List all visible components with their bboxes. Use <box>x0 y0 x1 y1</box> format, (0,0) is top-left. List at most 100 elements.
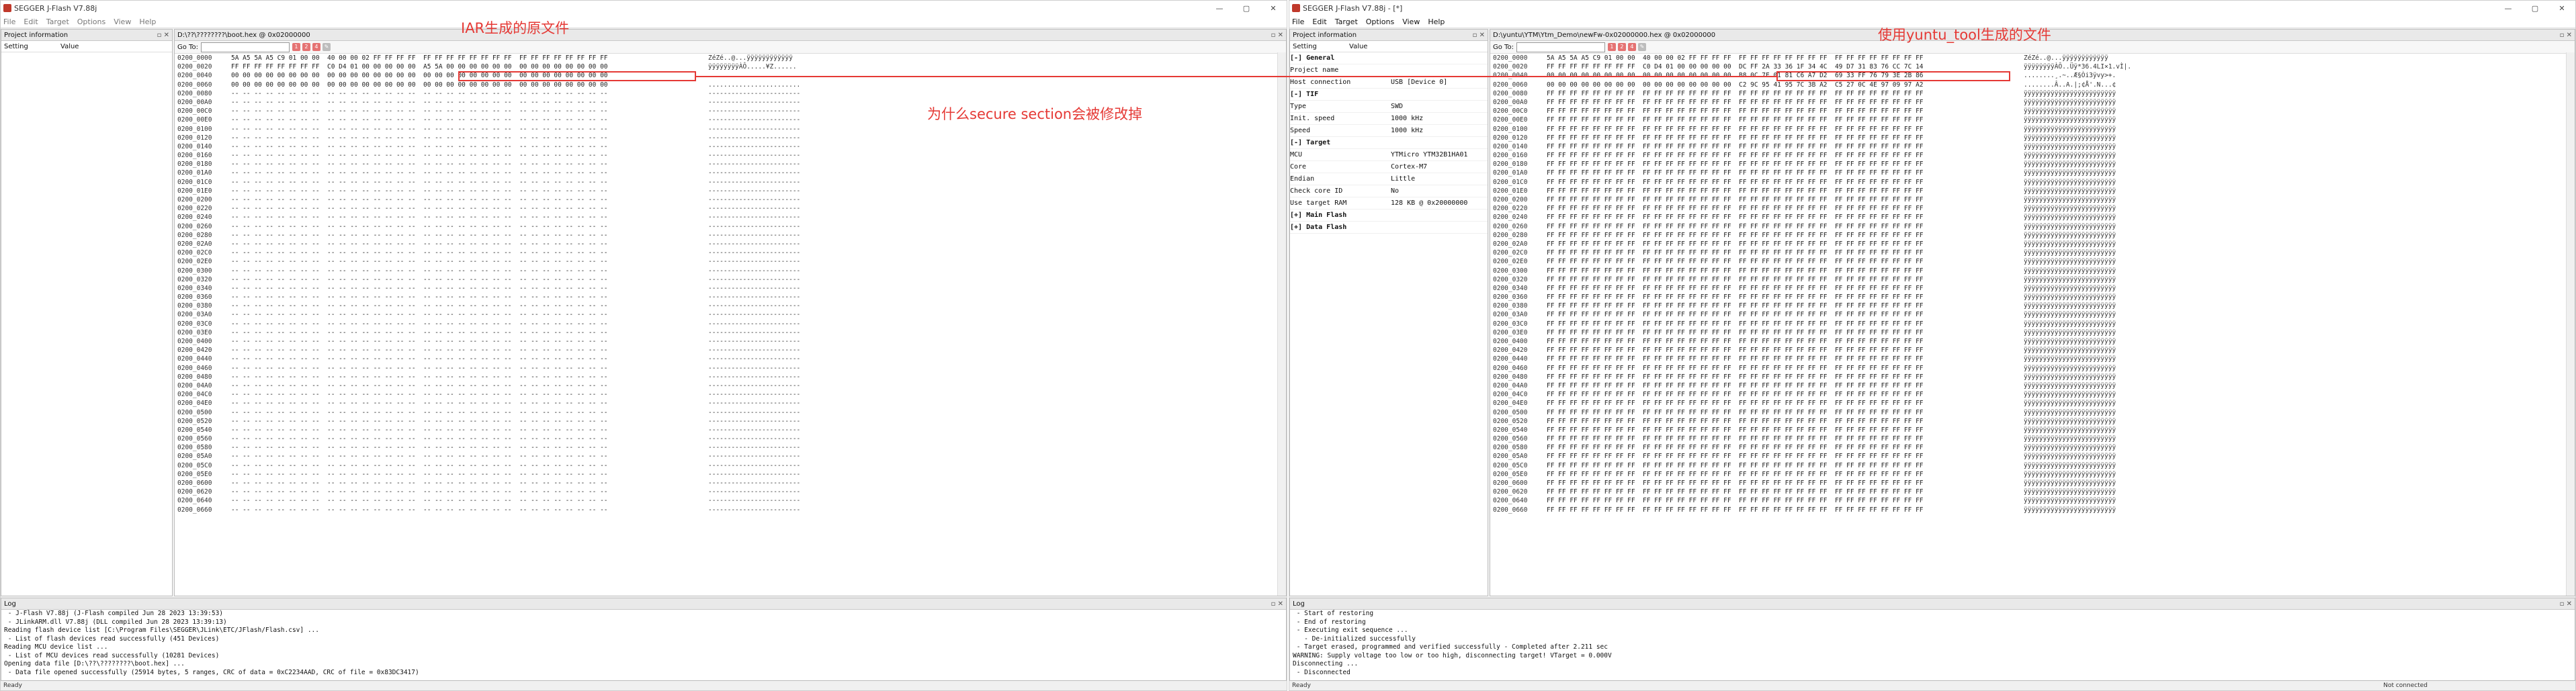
x1-icon[interactable]: 1 <box>1607 43 1616 51</box>
pin-icon[interactable]: ▫ ✕ <box>1271 32 1283 39</box>
hex-row[interactable]: 0200_0460 -- -- -- -- -- -- -- -- -- -- -… <box>175 364 1286 373</box>
minimize-icon[interactable]: — <box>1206 4 1233 13</box>
maximize-icon[interactable]: ▢ <box>2522 4 2548 13</box>
hex-bytes[interactable]: FF FF FF FF FF FF FF FF FF FF FF FF FF F… <box>1547 213 2024 222</box>
hex-bytes[interactable]: FF FF FF FF FF FF FF FF FF FF FF FF FF F… <box>1547 89 2024 98</box>
hex-bytes[interactable]: FF FF FF FF FF FF FF FF FF FF FF FF FF F… <box>1547 470 2024 479</box>
hex-bytes[interactable]: FF FF FF FF FF FF FF FF FF FF FF FF FF F… <box>1547 160 2024 169</box>
hex-row[interactable]: 0200_0300 -- -- -- -- -- -- -- -- -- -- -… <box>175 267 1286 275</box>
hex-row[interactable]: 0200_04E0 -- -- -- -- -- -- -- -- -- -- -… <box>175 399 1286 408</box>
hex-row[interactable]: 0200_0280 FF FF FF FF FF FF FF FF FF FF F… <box>1490 231 2575 240</box>
hex-row[interactable]: 0200_0560 FF FF FF FF FF FF FF FF FF FF F… <box>1490 434 2575 443</box>
hex-bytes[interactable]: FF FF FF FF FF FF FF FF FF FF FF FF FF F… <box>1547 488 2024 496</box>
hex-row[interactable]: 0200_0560 -- -- -- -- -- -- -- -- -- -- -… <box>175 434 1286 443</box>
hex-bytes[interactable]: -- -- -- -- -- -- -- -- -- -- -- -- -- -… <box>231 222 708 231</box>
hex-bytes[interactable]: -- -- -- -- -- -- -- -- -- -- -- -- -- -… <box>231 390 708 399</box>
hex-bytes[interactable]: FF FF FF FF FF FF FF FF FF FF FF FF FF F… <box>1547 195 2024 204</box>
hex-row[interactable]: 0200_0280 -- -- -- -- -- -- -- -- -- -- -… <box>175 231 1286 240</box>
menu-file[interactable]: File <box>3 17 15 26</box>
hex-bytes[interactable]: FF FF FF FF FF FF FF FF FF FF FF FF FF F… <box>1547 302 2024 310</box>
hex-bytes[interactable]: -- -- -- -- -- -- -- -- -- -- -- -- -- -… <box>231 293 708 302</box>
hex-row[interactable]: 0200_0620 -- -- -- -- -- -- -- -- -- -- -… <box>175 488 1286 496</box>
hex-bytes[interactable]: FF FF FF FF FF FF FF FF C0 D4 01 00 00 0… <box>1547 62 2024 71</box>
hex-bytes[interactable]: 00 00 00 00 00 00 00 00 00 00 00 00 00 0… <box>231 81 708 89</box>
hex-row[interactable]: 0200_03C0 FF FF FF FF FF FF FF FF FF FF F… <box>1490 320 2575 328</box>
project-setting-row[interactable]: Type SWD <box>1290 101 1488 113</box>
hex-row[interactable]: 0200_03A0 -- -- -- -- -- -- -- -- -- -- -… <box>175 310 1286 319</box>
hex-bytes[interactable]: FF FF FF FF FF FF FF FF FF FF FF FF FF F… <box>1547 151 2024 160</box>
hex-row[interactable]: 0200_04A0 FF FF FF FF FF FF FF FF FF FF F… <box>1490 381 2575 390</box>
hex-bytes[interactable]: -- -- -- -- -- -- -- -- -- -- -- -- -- -… <box>231 337 708 346</box>
menu-edit[interactable]: Edit <box>1312 17 1326 26</box>
hex-bytes[interactable]: FF FF FF FF FF FF FF FF FF FF FF FF FF F… <box>1547 275 2024 284</box>
hex-bytes[interactable]: -- -- -- -- -- -- -- -- -- -- -- -- -- -… <box>231 107 708 116</box>
hex-row[interactable]: 0200_0320 -- -- -- -- -- -- -- -- -- -- -… <box>175 275 1286 284</box>
hex-bytes[interactable]: FF FF FF FF FF FF FF FF FF FF FF FF FF F… <box>1547 337 2024 346</box>
hex-row[interactable]: 0200_05A0 -- -- -- -- -- -- -- -- -- -- -… <box>175 452 1286 461</box>
hex-row[interactable]: 0200_0540 -- -- -- -- -- -- -- -- -- -- -… <box>175 426 1286 434</box>
project-setting-row[interactable]: Endian Little <box>1290 173 1488 185</box>
hex-row[interactable]: 0200_0180 -- -- -- -- -- -- -- -- -- -- -… <box>175 160 1286 169</box>
hex-bytes[interactable]: -- -- -- -- -- -- -- -- -- -- -- -- -- -… <box>231 204 708 213</box>
hex-bytes[interactable]: FF FF FF FF FF FF FF FF FF FF FF FF FF F… <box>1547 267 2024 275</box>
hex-row[interactable]: 0200_0380 -- -- -- -- -- -- -- -- -- -- -… <box>175 302 1286 310</box>
hex-row[interactable]: 0200_0100 -- -- -- -- -- -- -- -- -- -- -… <box>175 125 1286 134</box>
hex-row[interactable]: 0200_0440 -- -- -- -- -- -- -- -- -- -- -… <box>175 355 1286 363</box>
hex-row[interactable]: 0200_0320 FF FF FF FF FF FF FF FF FF FF F… <box>1490 275 2575 284</box>
hex-row[interactable]: 0200_02E0 -- -- -- -- -- -- -- -- -- -- -… <box>175 257 1286 266</box>
hex-row[interactable]: 0200_00E0 FF FF FF FF FF FF FF FF FF FF F… <box>1490 116 2575 124</box>
project-setting-row[interactable]: [+] Main Flash <box>1290 210 1488 222</box>
hex-row[interactable]: 0200_05E0 -- -- -- -- -- -- -- -- -- -- -… <box>175 470 1286 479</box>
hex-bytes[interactable]: FF FF FF FF FF FF FF FF FF FF FF FF FF F… <box>1547 231 2024 240</box>
hex-bytes[interactable]: -- -- -- -- -- -- -- -- -- -- -- -- -- -… <box>231 355 708 363</box>
hex-bytes[interactable]: FF FF FF FF FF FF FF FF FF FF FF FF FF F… <box>1547 434 2024 443</box>
hex-bytes[interactable]: FF FF FF FF FF FF FF FF FF FF FF FF FF F… <box>1547 222 2024 231</box>
hex-row[interactable]: 0200_03C0 -- -- -- -- -- -- -- -- -- -- -… <box>175 320 1286 328</box>
hex-bytes[interactable]: -- -- -- -- -- -- -- -- -- -- -- -- -- -… <box>231 328 708 337</box>
hex-row[interactable]: 0200_03A0 FF FF FF FF FF FF FF FF FF FF F… <box>1490 310 2575 319</box>
hex-bytes[interactable]: -- -- -- -- -- -- -- -- -- -- -- -- -- -… <box>231 302 708 310</box>
hex-row[interactable]: 0200_01C0 FF FF FF FF FF FF FF FF FF FF F… <box>1490 178 2575 187</box>
hex-row[interactable]: 0200_02E0 FF FF FF FF FF FF FF FF FF FF F… <box>1490 257 2575 266</box>
close-icon[interactable]: ✕ <box>2548 4 2575 13</box>
hex-bytes[interactable]: FF FF FF FF FF FF FF FF FF FF FF FF FF F… <box>1547 187 2024 195</box>
hex-row[interactable]: 0200_0140 -- -- -- -- -- -- -- -- -- -- -… <box>175 142 1286 151</box>
hex-row[interactable]: 0200_0640 FF FF FF FF FF FF FF FF FF FF F… <box>1490 496 2575 505</box>
hex-bytes[interactable]: FF FF FF FF FF FF FF FF FF FF FF FF FF F… <box>1547 452 2024 461</box>
hex-bytes[interactable]: -- -- -- -- -- -- -- -- -- -- -- -- -- -… <box>231 151 708 160</box>
hex-bytes[interactable]: -- -- -- -- -- -- -- -- -- -- -- -- -- -… <box>231 125 708 134</box>
hex-bytes[interactable]: FF FF FF FF FF FF FF FF FF FF FF FF FF F… <box>1547 408 2024 417</box>
hex-bytes[interactable]: FF FF FF FF FF FF FF FF FF FF FF FF FF F… <box>1547 204 2024 213</box>
hex-row[interactable]: 0200_0140 FF FF FF FF FF FF FF FF FF FF F… <box>1490 142 2575 151</box>
hex-bytes[interactable]: -- -- -- -- -- -- -- -- -- -- -- -- -- -… <box>231 488 708 496</box>
maximize-icon[interactable]: ▢ <box>1233 4 1260 13</box>
hex-bytes[interactable]: -- -- -- -- -- -- -- -- -- -- -- -- -- -… <box>231 320 708 328</box>
project-setting-row[interactable]: Check core ID No <box>1290 185 1488 197</box>
hex-bytes[interactable]: FF FF FF FF FF FF FF FF FF FF FF FF FF F… <box>1547 98 2024 107</box>
x1-icon[interactable]: 1 <box>292 43 300 51</box>
hex-bytes[interactable]: FF FF FF FF FF FF FF FF FF FF FF FF FF F… <box>1547 107 2024 116</box>
hex-bytes[interactable]: FF FF FF FF FF FF FF FF FF FF FF FF FF F… <box>1547 248 2024 257</box>
edit-icon[interactable]: ✎ <box>322 43 331 51</box>
hex-bytes[interactable]: FF FF FF FF FF FF FF FF FF FF FF FF FF F… <box>1547 417 2024 426</box>
hex-bytes[interactable]: -- -- -- -- -- -- -- -- -- -- -- -- -- -… <box>231 195 708 204</box>
hex-bytes[interactable]: FF FF FF FF FF FF FF FF FF FF FF FF FF F… <box>1547 178 2024 187</box>
hex-bytes[interactable]: 5A A5 5A A5 C9 01 00 00 40 00 00 02 FF F… <box>231 54 708 62</box>
pin-icon[interactable]: ▫ ✕ <box>1271 600 1283 608</box>
hex-row[interactable]: 0200_0040 00 00 00 00 00 00 00 00 00 00 0… <box>1490 71 2575 80</box>
hex-row[interactable]: 0200_04E0 FF FF FF FF FF FF FF FF FF FF F… <box>1490 399 2575 408</box>
hex-row[interactable]: 0200_04A0 -- -- -- -- -- -- -- -- -- -- -… <box>175 381 1286 390</box>
edit-icon[interactable]: ✎ <box>1637 43 1646 51</box>
hex-row[interactable]: 0200_0240 FF FF FF FF FF FF FF FF FF FF F… <box>1490 213 2575 222</box>
hex-bytes[interactable]: -- -- -- -- -- -- -- -- -- -- -- -- -- -… <box>231 178 708 187</box>
hex-row[interactable]: 0200_0540 FF FF FF FF FF FF FF FF FF FF F… <box>1490 426 2575 434</box>
hex-row[interactable]: 0200_01A0 FF FF FF FF FF FF FF FF FF FF F… <box>1490 169 2575 177</box>
hex-row[interactable]: 0200_0080 FF FF FF FF FF FF FF FF FF FF F… <box>1490 89 2575 98</box>
hex-row[interactable]: 0200_0240 -- -- -- -- -- -- -- -- -- -- -… <box>175 213 1286 222</box>
hex-row[interactable]: 0200_0660 -- -- -- -- -- -- -- -- -- -- -… <box>175 506 1286 514</box>
hex-row[interactable]: 0200_0580 FF FF FF FF FF FF FF FF FF FF F… <box>1490 443 2575 452</box>
menu-edit[interactable]: Edit <box>24 17 38 26</box>
hex-bytes[interactable]: -- -- -- -- -- -- -- -- -- -- -- -- -- -… <box>231 443 708 452</box>
hex-bytes[interactable]: -- -- -- -- -- -- -- -- -- -- -- -- -- -… <box>231 399 708 408</box>
hex-row[interactable]: 0200_0080 -- -- -- -- -- -- -- -- -- -- -… <box>175 89 1286 98</box>
